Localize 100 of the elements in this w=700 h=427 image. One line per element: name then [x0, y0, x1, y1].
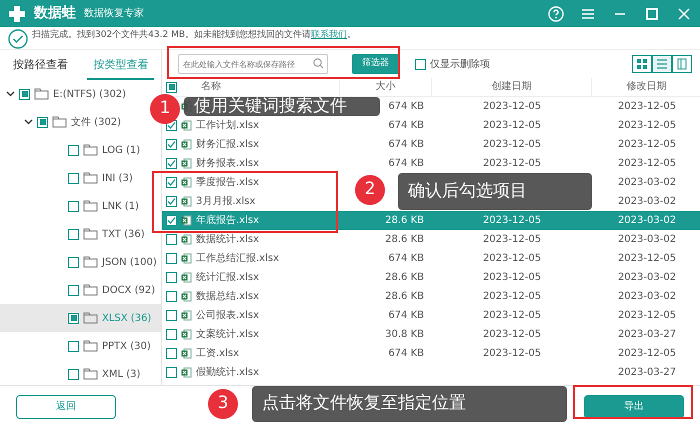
created-date: 2023-12-05 — [482, 291, 542, 302]
tree-item-label[interactable]: LOG (1) — [102, 142, 140, 158]
checkbox[interactable] — [166, 348, 177, 359]
list-icon — [656, 58, 668, 70]
file-size: 28.6 KB — [385, 272, 424, 283]
folder-icon — [83, 228, 98, 240]
checkbox[interactable] — [68, 256, 79, 268]
checkbox[interactable] — [166, 329, 177, 340]
checkbox[interactable] — [166, 253, 177, 264]
select-all-checkbox[interactable] — [166, 82, 177, 92]
logo-icon — [8, 4, 26, 22]
file-name: 年底报告.xlsx — [196, 214, 260, 228]
tree-item-label[interactable]: E:(NTFS) (302) — [53, 86, 126, 102]
modified-date: 2023-12-05 — [618, 120, 676, 131]
modified-date: 2023-03-02 — [618, 234, 676, 245]
spreadsheet-file-icon — [181, 253, 192, 264]
file-name: 假勤统计.xlsx — [196, 366, 260, 380]
tree-item-label[interactable]: LNK (1) — [102, 198, 139, 214]
checkbox[interactable] — [68, 284, 79, 296]
file-size: 30.8 KB — [385, 329, 424, 340]
file-name: 工资.xlsx — [196, 347, 240, 361]
folder-icon — [34, 88, 49, 100]
maximize-icon[interactable] — [644, 6, 660, 22]
step-number-badge: 3 — [208, 389, 238, 419]
file-size: 674 KB — [388, 253, 424, 264]
created-date: 2023-12-05 — [482, 310, 542, 321]
callout-text: 点击将文件恢复至指定位置 — [252, 386, 567, 422]
tree-item-label[interactable]: XML (3) — [102, 366, 140, 382]
modified-date: 2023-12-05 — [618, 101, 676, 112]
checkbox[interactable] — [166, 291, 177, 302]
tree-item-label[interactable]: INI (3) — [102, 170, 133, 186]
file-size: 674 KB — [388, 310, 424, 321]
created-date: 2023-12-05 — [482, 348, 542, 359]
spreadsheet-file-icon — [181, 329, 192, 340]
grid-view-button[interactable] — [632, 55, 652, 73]
spreadsheet-file-icon — [181, 367, 192, 378]
checkbox[interactable] — [166, 177, 177, 188]
file-name: 公司报表.xlsx — [196, 308, 260, 323]
checkbox[interactable] — [68, 368, 79, 380]
columns-icon — [676, 58, 688, 70]
checkbox[interactable] — [166, 234, 177, 245]
checkbox[interactable] — [37, 116, 48, 128]
checkbox[interactable] — [68, 144, 79, 156]
checkbox[interactable] — [415, 58, 426, 70]
modified-date: 2023-03-27 — [618, 329, 676, 340]
spreadsheet-file-icon — [181, 139, 192, 150]
tree-item-label[interactable]: 文件 (302) — [71, 114, 122, 130]
file-name: 财务汇报.xlsx — [196, 138, 260, 152]
checkbox[interactable] — [68, 228, 79, 240]
checkbox[interactable] — [19, 88, 30, 100]
file-name: 统计汇报.xlsx — [196, 270, 260, 285]
created-date: 2023-12-05 — [482, 253, 542, 264]
file-name: 数据总结.xlsx — [196, 290, 260, 304]
column-header[interactable]: 大小 — [376, 78, 396, 96]
deleted-only-label: 仅显示删除项 — [430, 58, 490, 72]
created-date: 2023-12-05 — [482, 329, 542, 340]
app-logo-text: 数据蛙 — [34, 4, 76, 23]
file-name: 文案统计.xlsx — [196, 328, 260, 342]
checkbox[interactable] — [68, 340, 79, 352]
file-size: 674 KB — [388, 139, 424, 150]
checkbox[interactable] — [166, 158, 177, 169]
view-tab[interactable]: 按路径查看 — [6, 50, 74, 80]
column-header[interactable]: 创建日期 — [492, 78, 532, 96]
spreadsheet-file-icon — [181, 291, 192, 302]
search-icon — [313, 58, 324, 69]
checkbox[interactable] — [68, 172, 79, 184]
checkbox[interactable] — [166, 272, 177, 283]
expand-caret-icon[interactable] — [6, 91, 15, 97]
spreadsheet-file-icon — [181, 348, 192, 359]
expand-caret-icon[interactable] — [24, 119, 33, 125]
checkbox[interactable] — [166, 310, 177, 321]
list-view-button[interactable] — [652, 55, 672, 73]
step-number-badge: 2 — [355, 175, 385, 205]
checkbox[interactable] — [68, 312, 79, 324]
folder-icon — [83, 256, 98, 268]
check-circle-icon — [8, 29, 28, 49]
column-header[interactable]: 名称 — [201, 78, 221, 96]
search-field[interactable]: 在此处输入文件名称或保存路径 — [178, 54, 328, 74]
detail-view-button[interactable] — [672, 55, 692, 73]
spreadsheet-file-icon — [181, 177, 192, 188]
file-size: 674 KB — [388, 348, 424, 359]
file-size: 28.6 KB — [385, 215, 424, 226]
checkbox[interactable] — [166, 215, 177, 226]
tree-item-label[interactable]: PPTX (30) — [102, 338, 151, 354]
close-icon[interactable] — [676, 6, 692, 22]
created-date: 2023-12-05 — [482, 215, 542, 226]
checkbox[interactable] — [68, 200, 79, 212]
modified-date: 2023-03-27 — [618, 367, 676, 378]
column-header[interactable]: 修改日期 — [626, 78, 666, 96]
file-name: 数据统计.xlsx — [196, 232, 260, 247]
file-size: 674 KB — [388, 101, 424, 112]
created-date: 2023-12-05 — [482, 234, 542, 245]
checkbox[interactable] — [166, 139, 177, 150]
tree-item-label[interactable]: JSON (100) — [102, 254, 157, 270]
help-icon[interactable] — [548, 6, 564, 22]
checkbox[interactable] — [166, 196, 177, 207]
tree-item-label[interactable]: DOCX (92) — [102, 282, 156, 298]
folder-icon — [83, 284, 98, 296]
tree-item-label[interactable]: TXT (36) — [102, 226, 145, 242]
checkbox[interactable] — [166, 367, 177, 378]
